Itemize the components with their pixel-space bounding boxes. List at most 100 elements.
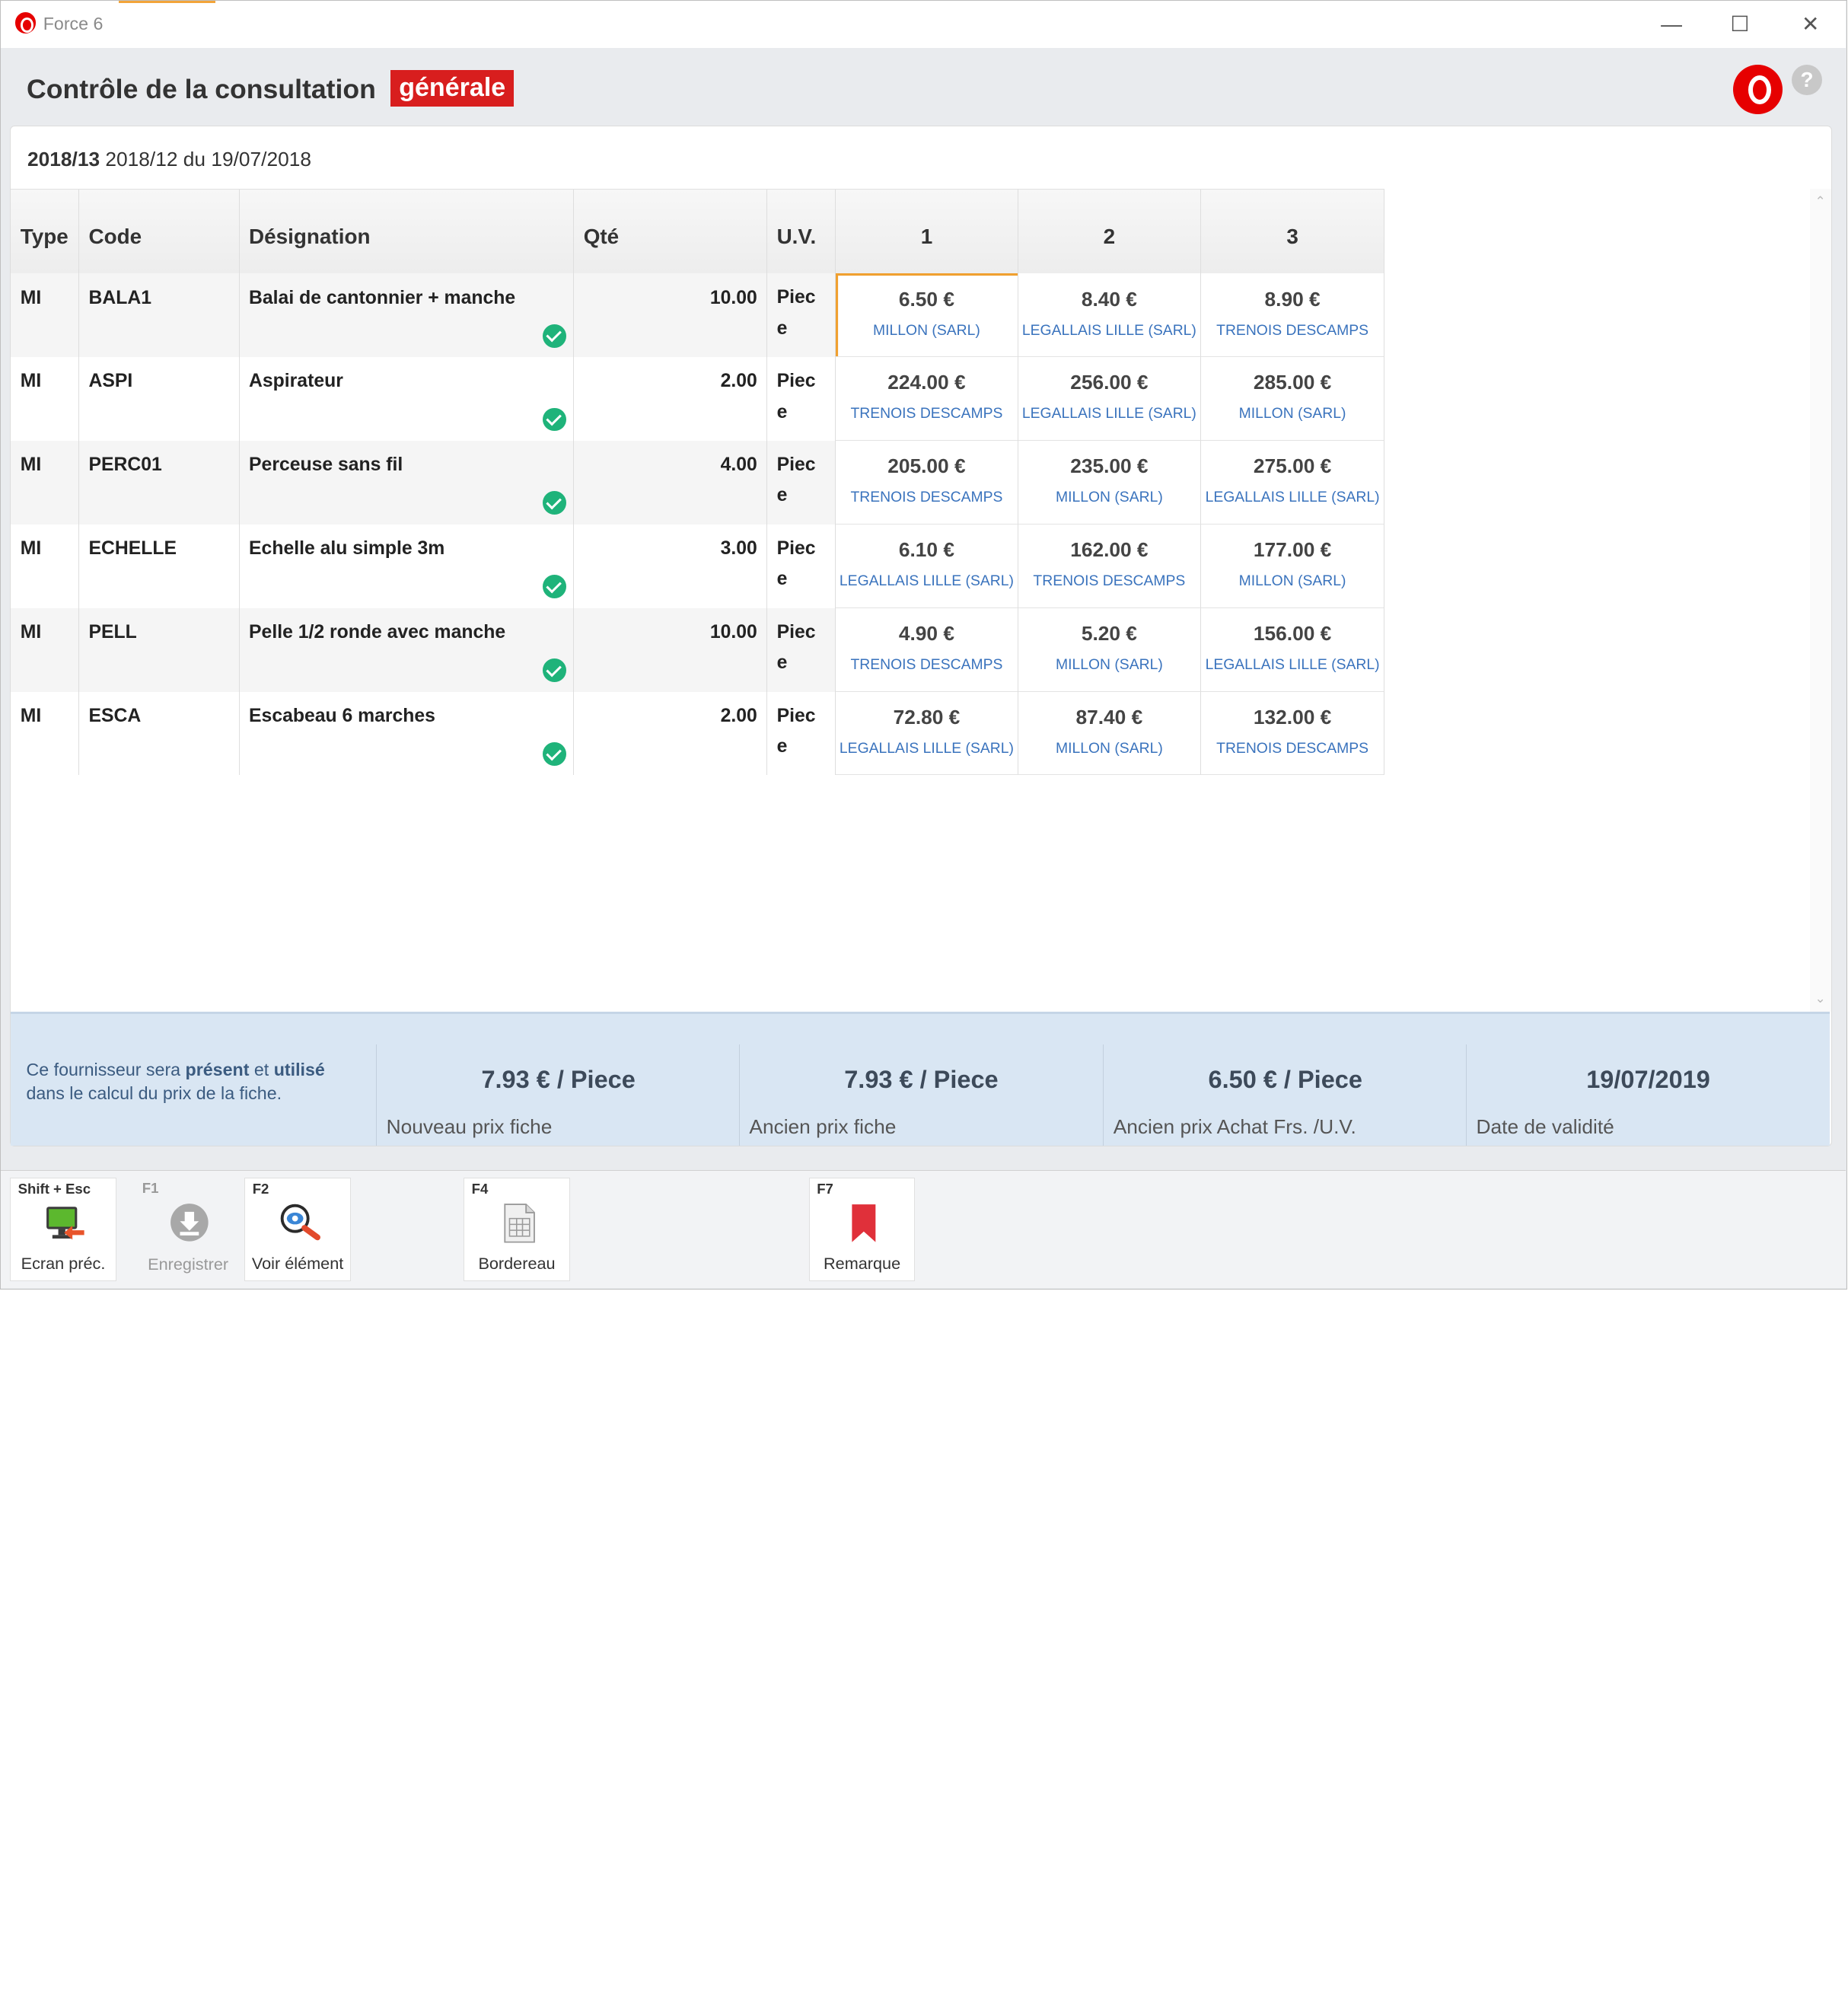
offer-cell-2[interactable]: 8.40 € LEGALLAIS LILLE (SARL) [1018,273,1201,357]
offer-supplier[interactable]: TRENOIS DESCAMPS [1201,740,1384,757]
cell-uv[interactable]: Piec e [767,356,836,441]
offer-supplier[interactable]: TRENOIS DESCAMPS [1018,572,1200,590]
offer-supplier[interactable]: TRENOIS DESCAMPS [836,405,1018,422]
shortcut-key: F7 [817,1180,833,1197]
col-header-offer-1[interactable]: 1 [836,190,1018,274]
offer-cell-2[interactable]: 162.00 € TRENOIS DESCAMPS [1018,524,1201,608]
cell-uv[interactable]: Piec e [767,273,836,357]
table-row[interactable]: MI ASPI Aspirateur 2.00 Piec e 224.00 € TRENOIS… [11,356,1385,441]
offer-supplier[interactable]: MILLON (SARL) [1018,656,1200,674]
cell-qty[interactable]: 3.00 [574,524,768,608]
offer-price: 6.10 € [898,538,954,562]
table-row[interactable]: MI ESCA Escabeau 6 marches 2.00 Piec e 72.80 €… [11,691,1385,776]
cell-type[interactable]: MI [11,440,80,525]
offer-cell-1[interactable]: 224.00 € TRENOIS DESCAMPS [835,356,1018,441]
cell-designation[interactable]: Balai de cantonnier + manche [240,273,575,357]
scroll-up-icon[interactable]: ⌃ [1810,191,1831,212]
offer-supplier[interactable]: TRENOIS DESCAMPS [1201,322,1384,340]
vertical-scrollbar[interactable]: ⌃ ⌄ [1809,189,1831,1012]
cell-qty[interactable]: 10.00 [574,607,768,692]
cell-code[interactable]: ECHELLE [79,524,240,608]
cell-uv[interactable]: Piec e [767,607,836,692]
cell-qty[interactable]: 2.00 [574,356,768,441]
maximize-icon[interactable]: ☐ [1722,10,1757,38]
col-header-designation[interactable]: Désignation [240,190,575,274]
cell-designation[interactable]: Pelle 1/2 ronde avec manche [240,607,575,692]
offer-supplier[interactable]: LEGALLAIS LILLE (SARL) [1018,405,1200,422]
help-icon[interactable]: ? [1791,64,1823,95]
offer-supplier[interactable]: MILLON (SARL) [1018,740,1200,757]
cell-type[interactable]: MI [11,356,80,441]
offer-supplier[interactable]: LEGALLAIS LILLE (SARL) [836,740,1018,757]
offer-supplier[interactable]: MILLON (SARL) [1201,572,1384,590]
offer-cell-3[interactable]: 8.90 € TRENOIS DESCAMPS [1200,273,1385,357]
offer-cell-2[interactable]: 235.00 € MILLON (SARL) [1018,440,1201,525]
scroll-down-icon[interactable]: ⌄ [1810,988,1831,1009]
purchase-price-value: 6.50 € / Piece [1208,1065,1362,1093]
offer-supplier[interactable]: MILLON (SARL) [1018,489,1200,506]
bordereau-button[interactable]: F4 Bordereau [464,1177,570,1282]
offer-supplier[interactable]: TRENOIS DESCAMPS [836,489,1018,506]
cell-designation[interactable]: Escabeau 6 marches [240,691,575,776]
cell-type[interactable]: MI [11,524,80,608]
close-icon[interactable]: ✕ [1793,10,1828,38]
cell-designation[interactable]: Perceuse sans fil [240,440,575,525]
view-element-button[interactable]: F2 Voir élément [244,1177,351,1282]
offer-supplier[interactable]: LEGALLAIS LILLE (SARL) [1201,489,1384,506]
offer-cell-3[interactable]: 132.00 € TRENOIS DESCAMPS [1200,691,1385,776]
offer-cell-2[interactable]: 87.40 € MILLON (SARL) [1018,691,1201,776]
col-header-offer-2[interactable]: 2 [1018,190,1201,274]
cell-code[interactable]: PELL [79,607,240,692]
minimize-icon[interactable]: — [1654,10,1689,38]
cell-code[interactable]: ESCA [79,691,240,776]
offer-cell-2[interactable]: 5.20 € MILLON (SARL) [1018,607,1201,692]
cell-code[interactable]: PERC01 [79,440,240,525]
table-row[interactable]: MI BALA1 Balai de cantonnier + manche 10.00… [11,273,1385,357]
offer-supplier[interactable]: MILLON (SARL) [836,322,1018,340]
offer-cell-3[interactable]: 177.00 € MILLON (SARL) [1200,524,1385,608]
table-row[interactable]: MI PELL Pelle 1/2 ronde avec manche 10.00 Pi… [11,607,1385,692]
offer-supplier[interactable]: LEGALLAIS LILLE (SARL) [836,572,1018,590]
offer-cell-1[interactable]: 6.10 € LEGALLAIS LILLE (SARL) [835,524,1018,608]
cell-type[interactable]: MI [11,691,80,776]
offer-cell-3[interactable]: 285.00 € MILLON (SARL) [1200,356,1385,441]
col-header-uv[interactable]: U.V. [767,190,836,274]
cell-uv[interactable]: Piec e [767,691,836,776]
col-header-offer-3[interactable]: 3 [1201,190,1385,274]
cell-designation[interactable]: Echelle alu simple 3m [240,524,575,608]
offer-cell-2[interactable]: 256.00 € LEGALLAIS LILLE (SARL) [1018,356,1201,441]
table-row[interactable]: MI PERC01 Perceuse sans fil 4.00 Piec e 205.00… [11,440,1385,525]
cell-uv[interactable]: Piec e [767,440,836,525]
cell-designation[interactable]: Aspirateur [240,356,575,441]
offer-supplier[interactable]: LEGALLAIS LILLE (SARL) [1201,656,1384,674]
offer-price: 177.00 € [1253,538,1332,562]
remark-button[interactable]: F7 Remarque [808,1177,916,1282]
cell-type[interactable]: MI [11,607,80,692]
offer-cell-1[interactable]: 205.00 € TRENOIS DESCAMPS [835,440,1018,525]
col-header-code[interactable]: Code [79,190,240,274]
offer-cell-1[interactable]: 4.90 € TRENOIS DESCAMPS [835,607,1018,692]
offer-cell-1[interactable]: 6.50 € MILLON (SARL) [835,273,1018,357]
cell-uv[interactable]: Piec e [767,524,836,608]
offer-cell-3[interactable]: 156.00 € LEGALLAIS LILLE (SARL) [1200,607,1385,692]
offer-supplier[interactable]: TRENOIS DESCAMPS [836,656,1018,674]
cell-code[interactable]: ASPI [79,356,240,441]
save-button[interactable]: F1 Enregistrer [135,1178,241,1281]
offer-cell-3[interactable]: 275.00 € LEGALLAIS LILLE (SARL) [1200,440,1385,525]
offer-cell-1[interactable]: 72.80 € LEGALLAIS LILLE (SARL) [835,691,1018,776]
cell-code[interactable]: BALA1 [79,273,240,357]
cell-qty[interactable]: 2.00 [574,691,768,776]
back-screen-button[interactable]: Shift + Esc Ecran préc. [10,1177,116,1282]
col-header-qty[interactable]: Qté [574,190,768,274]
table-row[interactable]: MI ECHELLE Echelle alu simple 3m 3.00 Piec e 6… [11,524,1385,608]
cell-type[interactable]: MI [11,273,80,357]
button-label: Bordereau [478,1253,556,1273]
offer-supplier[interactable]: LEGALLAIS LILLE (SARL) [1018,322,1200,340]
offer-price: 285.00 € [1253,371,1332,394]
cell-qty[interactable]: 10.00 [574,273,768,357]
offer-supplier[interactable]: MILLON (SARL) [1201,405,1384,422]
uv-text: Piec [776,538,816,560]
cell-qty[interactable]: 4.00 [574,440,768,525]
col-header-type[interactable]: Type [11,190,80,274]
offer-price: 224.00 € [887,371,966,394]
